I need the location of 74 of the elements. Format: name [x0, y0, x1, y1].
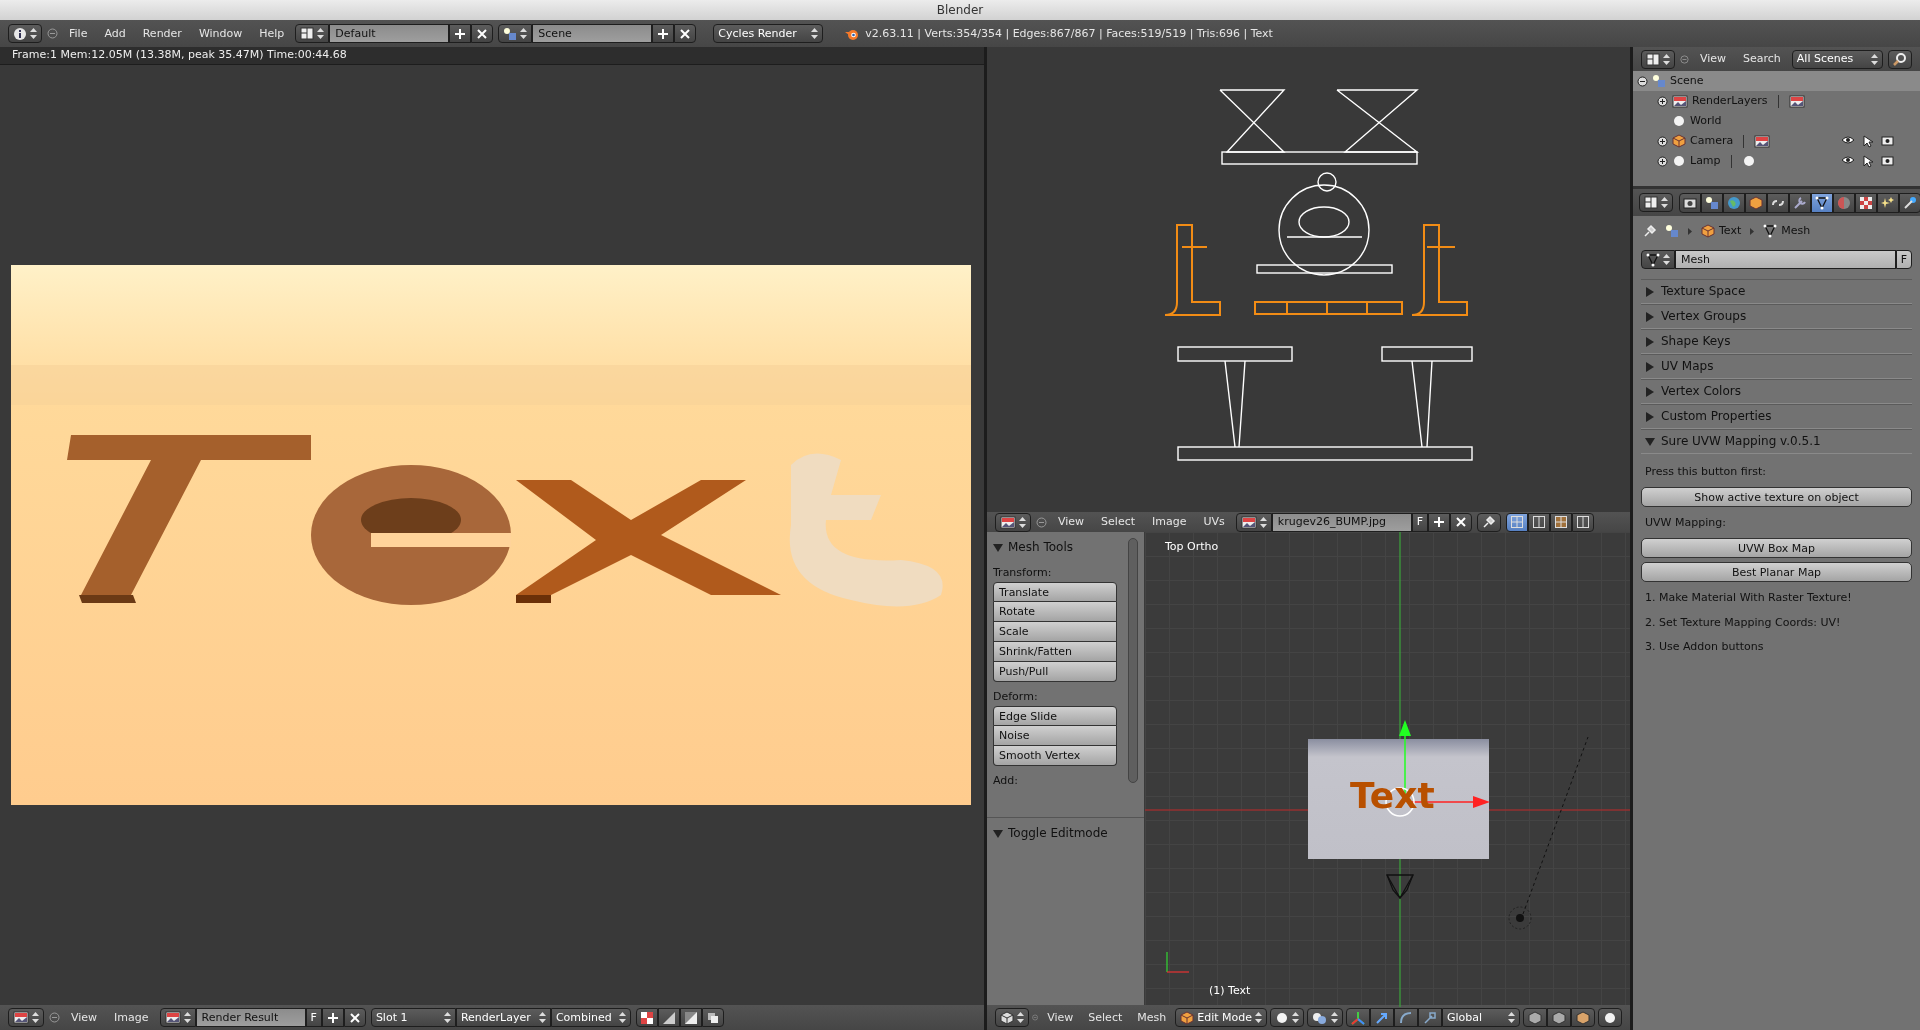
- tree-row[interactable]: World: [1633, 111, 1920, 131]
- menu-item[interactable]: Search: [1737, 52, 1787, 66]
- stats-text: v2.63.11 | Verts:354/354 | Edges:867/867 | Faces:519/519 | Tris:696 | Text: [865, 26, 1273, 41]
- panel-title[interactable]: Vertex Colors: [1661, 384, 1741, 399]
- menu-item[interactable]: Window: [192, 26, 249, 41]
- image-field[interactable]: krugev26_BUMP.jpg: [1271, 512, 1412, 532]
- render-info: Frame:1 Mem:12.05M (13.38M, peak 35.47M) Time:00:44.68: [12, 48, 347, 61]
- menu-item[interactable]: View: [1052, 515, 1091, 529]
- panel-button[interactable]: UVW Box Map: [1641, 538, 1912, 559]
- tree-row[interactable]: Lamp: [1633, 151, 1920, 171]
- menu-item[interactable]: View: [1693, 52, 1733, 66]
- menu-item[interactable]: File: [63, 26, 94, 41]
- tree-row[interactable]: RenderLayers: [1633, 91, 1920, 111]
- menu-item[interactable]: Image: [1146, 515, 1193, 529]
- panel-button[interactable]: Show active texture on object: [1641, 487, 1912, 508]
- panel-title[interactable]: Sure UVW Mapping v.0.5.1: [1661, 434, 1821, 449]
- panel-button[interactable]: Best Planar Map: [1641, 562, 1912, 583]
- panel-title[interactable]: Vertex Groups: [1661, 309, 1747, 324]
- object-text: Text: [1350, 778, 1435, 814]
- tool-button[interactable]: Scale: [993, 622, 1117, 643]
- tree-label[interactable]: Camera: [1690, 134, 1734, 148]
- tree-label[interactable]: Lamp: [1690, 154, 1721, 168]
- tree-label[interactable]: RenderLayers: [1692, 94, 1768, 108]
- menu-item[interactable]: Select: [1082, 1010, 1129, 1025]
- panel-title[interactable]: Custom Properties: [1661, 409, 1772, 424]
- panel-title[interactable]: Texture Space: [1661, 284, 1746, 299]
- group-label: Add:: [993, 774, 1019, 788]
- group-label: Deform:: [993, 690, 1039, 704]
- tree-label[interactable]: World: [1690, 114, 1722, 128]
- menu-item[interactable]: Help: [253, 26, 291, 41]
- mode-dropdown[interactable]: Edit Mode: [1175, 1008, 1267, 1027]
- menu-item[interactable]: UVs: [1197, 515, 1231, 529]
- datablock-field[interactable]: Mesh: [1675, 250, 1896, 269]
- panel-label: Press this button first:: [1644, 464, 1767, 480]
- window-title: Blender: [936, 2, 984, 18]
- tree-label[interactable]: Scene: [1670, 74, 1704, 88]
- panel-title[interactable]: Shape Keys: [1661, 334, 1731, 349]
- slot-dropdown[interactable]: Slot 1: [370, 1008, 456, 1027]
- tool-button[interactable]: Edge Slide: [993, 706, 1117, 727]
- tool-button[interactable]: Translate: [993, 582, 1117, 603]
- tree-row[interactable]: Camera: [1633, 131, 1920, 151]
- menu-item[interactable]: Image: [108, 1010, 155, 1025]
- tool-button[interactable]: Push/Pull: [993, 662, 1117, 683]
- breadcrumb-item[interactable]: Mesh: [1781, 224, 1811, 238]
- menu-item[interactable]: Add: [98, 26, 132, 41]
- render-engine-dropdown[interactable]: Cycles Render: [713, 24, 824, 43]
- menu-item[interactable]: Mesh: [1131, 1010, 1173, 1025]
- layout-field[interactable]: Default: [329, 24, 450, 43]
- panel-title[interactable]: Toggle Editmode: [1008, 825, 1108, 841]
- panel-title[interactable]: UV Maps: [1661, 359, 1714, 374]
- panel-label: 3. Use Addon buttons: [1644, 638, 1765, 655]
- menu-item[interactable]: View: [1041, 1010, 1080, 1025]
- filter-dropdown[interactable]: All Scenes: [1791, 49, 1883, 69]
- panel-label: UVW Mapping:: [1644, 515, 1727, 532]
- menu-item[interactable]: Select: [1095, 515, 1142, 529]
- view-name: Top Ortho: [1165, 540, 1219, 554]
- tool-button[interactable]: Noise: [993, 726, 1117, 747]
- menu-item[interactable]: Render: [136, 26, 188, 41]
- tool-button[interactable]: Shrink/Fatten: [993, 642, 1117, 663]
- render-pass-dropdown[interactable]: Combined: [550, 1008, 631, 1027]
- tool-button[interactable]: Rotate: [993, 602, 1117, 623]
- menu-item[interactable]: View: [65, 1010, 104, 1025]
- group-label: Transform:: [993, 566, 1053, 580]
- tree-row[interactable]: Scene: [1633, 71, 1920, 91]
- panel-title[interactable]: Mesh Tools: [1008, 539, 1073, 555]
- image-field[interactable]: Render Result: [195, 1008, 306, 1027]
- panel-label: 1. Make Material With Raster Texture!: [1644, 590, 1853, 607]
- tool-button[interactable]: Smooth Vertex: [993, 746, 1117, 767]
- panel-label: 2. Set Texture Mapping Coords: UV!: [1644, 614, 1842, 631]
- breadcrumb-item[interactable]: Text: [1719, 224, 1742, 238]
- scene-field[interactable]: Scene: [532, 24, 653, 43]
- object-name: (1) Text: [1209, 983, 1251, 997]
- render-layer-dropdown[interactable]: RenderLayer: [455, 1008, 551, 1027]
- orientation-dropdown[interactable]: Global: [1442, 1008, 1520, 1027]
